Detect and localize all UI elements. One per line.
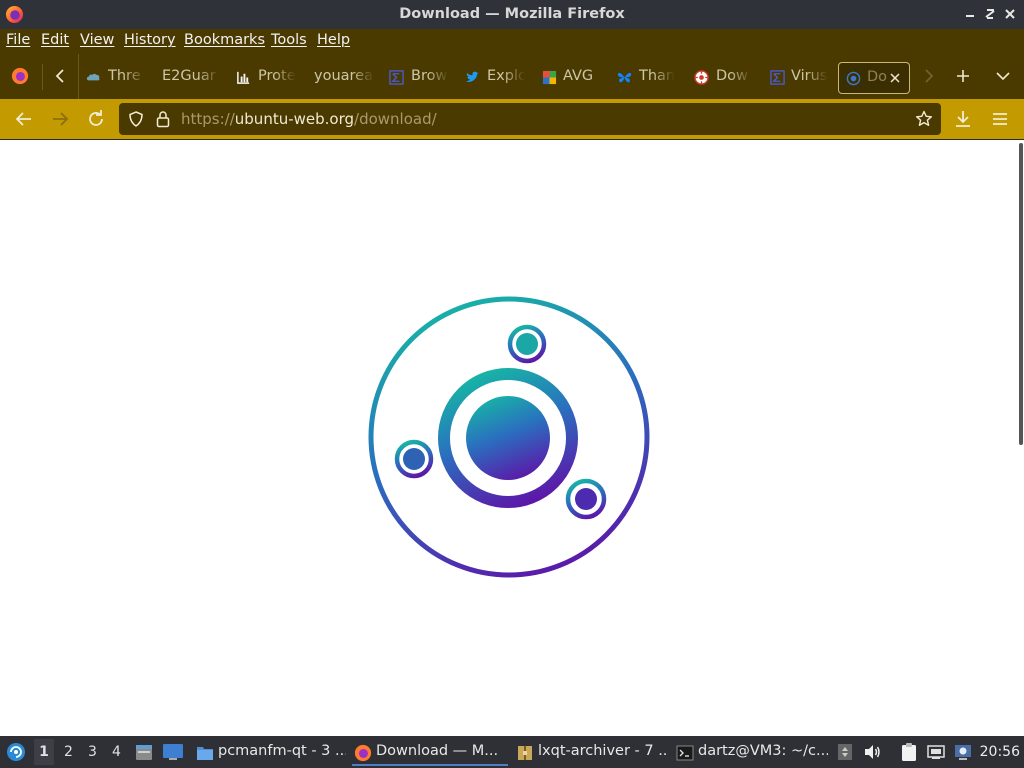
lock-icon[interactable] — [155, 110, 171, 128]
ubuntu-web-logo — [368, 296, 650, 578]
task-pcmanfm[interactable]: pcmanfm-qt - 3 ... — [194, 740, 346, 766]
back-arrow-icon[interactable] — [12, 107, 36, 131]
tab-fade — [730, 61, 752, 93]
tab-avg[interactable]: AVG — [542, 61, 602, 93]
firefox-view-icon[interactable] — [11, 67, 29, 85]
reload-icon[interactable] — [84, 107, 108, 131]
tab-fade — [352, 61, 374, 93]
url-prefix: https:// — [181, 110, 235, 128]
url-path: /download/ — [354, 110, 437, 128]
tab-scroll-left-icon[interactable] — [54, 68, 68, 84]
tab-download[interactable]: Dow — [694, 61, 752, 93]
taskbar: 1 2 3 4 pcmanfm-qt - 3 ... Download — M.… — [0, 736, 1024, 768]
workspace-4[interactable]: 4 — [112, 744, 121, 760]
menu-bar: File Edit View History Bookmarks Tools H… — [0, 29, 1024, 54]
show-desktop-icon[interactable] — [162, 743, 184, 761]
scroll-indicator-icon[interactable] — [835, 742, 855, 762]
target-icon — [694, 70, 709, 85]
list-all-tabs-icon[interactable] — [995, 69, 1011, 83]
archive-icon — [518, 746, 532, 760]
terminal-icon — [676, 745, 694, 761]
workspace-2[interactable]: 2 — [64, 744, 73, 760]
title-bar: Download — Mozilla Firefox — [0, 0, 1024, 29]
tab-fade — [124, 61, 146, 93]
tab-e2guardian[interactable]: E2Guar — [158, 61, 220, 93]
tab-threats[interactable]: Thre — [86, 61, 146, 93]
tab-scroll-right-icon[interactable] — [921, 68, 935, 84]
task-lxqt-archiver[interactable]: lxqt-archiver - 7 ... — [514, 740, 668, 766]
clipboard-icon[interactable] — [899, 742, 919, 762]
update-notifier-icon[interactable] — [953, 742, 973, 762]
shield-icon[interactable] — [127, 110, 145, 128]
workspace-1[interactable]: 1 — [34, 739, 54, 765]
page-content — [0, 140, 1024, 736]
url-bar[interactable]: https://ubuntu-web.org/download/ — [119, 103, 941, 135]
sigma-icon — [770, 70, 785, 85]
minimize-icon[interactable] — [962, 6, 978, 22]
close-icon[interactable] — [1002, 6, 1018, 22]
tab-virus[interactable]: Virus — [770, 61, 828, 93]
task-terminal[interactable]: dartz@VM3: ~/c... — [674, 740, 828, 766]
tab-protect[interactable]: Prote — [236, 61, 296, 93]
restore-icon[interactable] — [982, 6, 998, 22]
task-firefox[interactable]: Download — M... — [352, 740, 508, 766]
tab-explore[interactable]: Explo — [465, 61, 525, 93]
new-tab-icon[interactable] — [955, 68, 971, 84]
tab-thanks[interactable]: Than — [617, 61, 675, 93]
tab-fade — [274, 61, 296, 93]
butterfly-icon — [617, 72, 632, 83]
url-text[interactable]: https://ubuntu-web.org/download/ — [181, 110, 437, 128]
download-icon[interactable] — [951, 107, 975, 131]
menu-help[interactable]: Help — [317, 32, 350, 48]
tab-fade — [653, 61, 675, 93]
clock[interactable]: 20:56 — [980, 744, 1020, 760]
tab-separator — [78, 54, 79, 99]
scrollbar-thumb[interactable] — [1019, 143, 1023, 445]
menu-history[interactable]: History — [124, 32, 176, 48]
file-manager-icon[interactable] — [134, 742, 154, 762]
tab-download-active[interactable]: Do — [838, 62, 910, 94]
url-host: ubuntu-web.org — [234, 110, 355, 128]
folder-icon — [197, 747, 213, 760]
tab-separator — [42, 64, 43, 90]
twitter-bird-icon — [465, 71, 480, 82]
sigma-icon — [389, 70, 404, 85]
menu-tools[interactable]: Tools — [271, 32, 307, 48]
start-menu-icon[interactable] — [6, 742, 26, 762]
tab-fade — [427, 61, 449, 93]
avg-icon — [542, 70, 557, 85]
forward-arrow-icon[interactable] — [48, 107, 72, 131]
window-title: Download — Mozilla Firefox — [399, 6, 625, 22]
cloud-icon — [86, 73, 100, 81]
tab-fade — [806, 61, 828, 93]
volume-icon[interactable] — [862, 742, 882, 762]
bookmark-star-icon[interactable] — [915, 110, 933, 128]
workspace-3[interactable]: 3 — [88, 744, 97, 760]
hamburger-menu-icon[interactable] — [988, 107, 1012, 131]
close-tab-icon[interactable] — [889, 72, 901, 84]
menu-bookmarks[interactable]: Bookmarks — [184, 32, 265, 48]
menu-file[interactable]: File — [6, 32, 30, 48]
tab-browser[interactable]: Brow — [389, 61, 449, 93]
tab-bar: Thre E2Guar Prote youarea Brow Explo AVG… — [0, 54, 1024, 99]
menu-view[interactable]: View — [80, 32, 114, 48]
bar-chart-icon — [237, 71, 250, 84]
firefox-icon — [354, 744, 372, 762]
menu-edit[interactable]: Edit — [41, 32, 69, 48]
tab-fade — [198, 61, 220, 93]
globe-icon — [846, 71, 861, 86]
tab-fade — [503, 61, 525, 93]
tab-youarea[interactable]: youarea — [310, 61, 374, 93]
network-icon[interactable] — [926, 742, 946, 762]
